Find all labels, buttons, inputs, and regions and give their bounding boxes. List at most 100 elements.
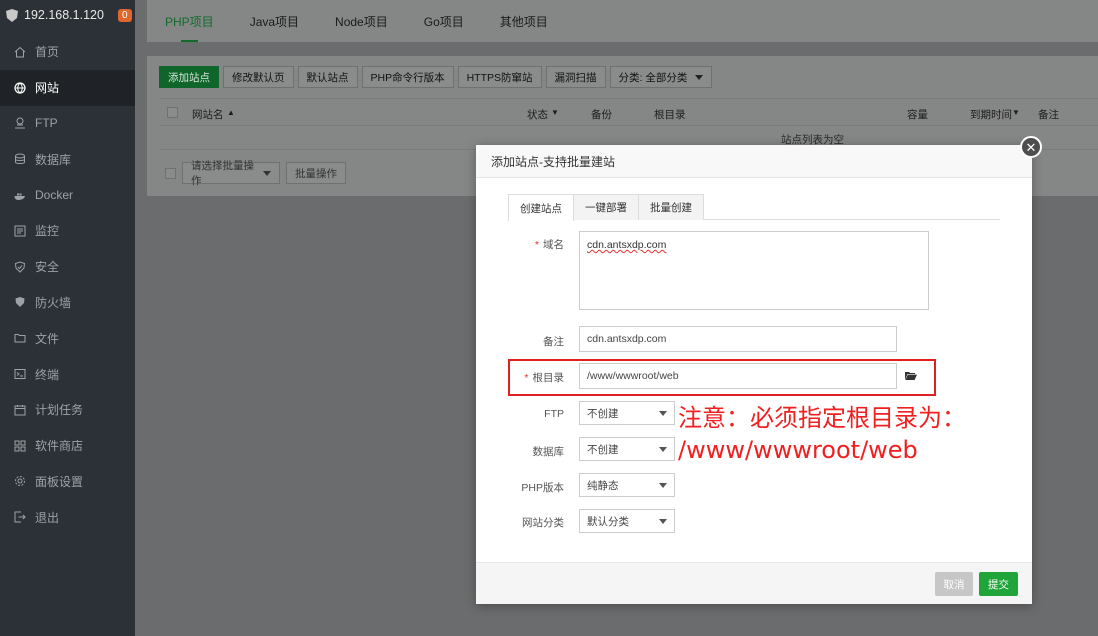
chevron-down-icon — [694, 74, 703, 80]
sidebar-nav: 首页 网站 FTP 数据库 Docker 监控安全防火墙文件终端计划任务软件商店面板设置退… — [0, 34, 135, 535]
edit-default-page-button[interactable]: 修改默认页 — [223, 66, 294, 88]
close-icon: ✕ — [1025, 139, 1037, 155]
tab-create-site[interactable]: 创建站点 — [508, 194, 574, 221]
col-expire[interactable]: 到期时间 — [970, 107, 1012, 122]
sort-up-icon: ▲ — [227, 108, 235, 117]
firewall-icon — [15, 297, 25, 308]
domain-value: cdn.antsxdp.com — [587, 239, 667, 251]
site-category-select[interactable]: 默认分类 — [579, 509, 675, 533]
database-select-value: 不创建 — [587, 443, 619, 456]
sidebar-item-folder[interactable]: 文件 — [0, 320, 135, 356]
php-version-label: PHP版本 — [521, 482, 564, 494]
default-site-button[interactable]: 默认站点 — [297, 66, 358, 88]
bulk-action-button[interactable]: 批量操作 — [286, 162, 346, 184]
chevron-down-icon — [659, 482, 667, 488]
ftp-select[interactable]: 不创建 — [579, 401, 675, 425]
root-dir-input[interactable]: /www/wwwroot/web — [579, 363, 897, 389]
tab-java[interactable]: Java项目 — [232, 0, 317, 42]
gear-icon — [15, 476, 25, 487]
sidebar-item-label: 软件商店 — [35, 439, 84, 454]
chevron-down-icon — [263, 170, 271, 176]
sidebar-item-docker[interactable]: Docker — [0, 177, 135, 213]
annotation-note: 注意：必须指定根目录为： /www/wwwroot/web — [678, 402, 966, 466]
sidebar-item-apps[interactable]: 软件商店 — [0, 428, 135, 464]
sidebar: 192.168.1.120 0 首页 网站 FTP 数据库 Docker 监控安全防火墙文… — [0, 0, 135, 636]
tab-go[interactable]: Go项目 — [406, 0, 482, 42]
database-select[interactable]: 不创建 — [579, 437, 675, 461]
docker-icon — [14, 193, 25, 201]
ftp-select-value: 不创建 — [587, 407, 619, 420]
tab-php[interactable]: PHP项目 — [147, 0, 232, 42]
sidebar-item-label: 终端 — [35, 367, 60, 382]
sort-down-icon: ▼ — [1012, 108, 1020, 117]
remark-label: 备注 — [543, 336, 564, 348]
sidebar-item-label: 防火墙 — [35, 295, 72, 310]
col-site-name[interactable]: 网站名 — [192, 107, 224, 122]
ftp-icon — [15, 117, 25, 129]
annotation-line-2: /www/wwwroot/web — [678, 436, 918, 464]
home-icon — [14, 46, 26, 58]
sidebar-item-label: 安全 — [35, 260, 60, 275]
col-capacity: 容量 — [907, 109, 928, 121]
tab-batch-create[interactable]: 批量创建 — [638, 194, 704, 220]
chevron-down-icon — [659, 446, 667, 452]
vuln-scan-button[interactable]: 漏洞扫描 — [545, 66, 606, 88]
shield-icon — [14, 261, 26, 273]
folder-icon — [14, 334, 26, 343]
select-all-checkbox[interactable] — [167, 107, 178, 118]
cancel-button[interactable]: 取消 — [935, 572, 973, 596]
sidebar-item-label: 面板设置 — [35, 474, 84, 489]
sidebar-item-label: 文件 — [35, 331, 60, 346]
table-header: 网站名 ▲ 状态 ▼ 备份 根目录 容量 到期时间 ▼ 备注 — [159, 98, 1098, 126]
database-icon — [15, 153, 25, 165]
sidebar-item-terminal[interactable]: 终端 — [0, 356, 135, 392]
add-site-dialog: 添加站点-支持批量建站 创建站点 一键部署 批量创建 * 域名 cdn.antsx… — [476, 145, 1032, 604]
php-cli-version-button[interactable]: PHP命令行版本 — [361, 66, 454, 88]
tab-one-click-deploy[interactable]: 一键部署 — [573, 194, 639, 220]
globe-icon — [14, 82, 26, 94]
bulk-action-select[interactable]: 请选择批量操作 — [182, 160, 280, 187]
sidebar-item-firewall[interactable]: 防火墙 — [0, 285, 135, 321]
bulk-action-placeholder: 请选择批量操作 — [191, 160, 254, 187]
annotation-line-1: 注意：必须指定根目录为： — [678, 404, 966, 432]
folder-open-icon[interactable] — [905, 371, 917, 380]
col-status[interactable]: 状态 — [527, 107, 548, 122]
sidebar-item-calendar[interactable]: 计划任务 — [0, 392, 135, 428]
sidebar-item-monitor[interactable]: 监控 — [0, 213, 135, 249]
sidebar-item-home[interactable]: 首页 — [0, 34, 135, 70]
php-version-value: 纯静态 — [587, 479, 619, 492]
tab-other[interactable]: 其他项目 — [482, 0, 566, 42]
close-dialog-button[interactable]: ✕ — [1020, 136, 1042, 158]
domain-label: * 域名 — [534, 239, 564, 251]
col-backup: 备份 — [591, 109, 612, 121]
sidebar-item-globe[interactable]: 网站 — [0, 69, 135, 106]
php-version-select[interactable]: 纯静态 — [579, 473, 675, 497]
sidebar-item-label: 数据库 — [35, 152, 72, 167]
domain-textarea[interactable]: cdn.antsxdp.com — [579, 231, 929, 310]
server-host: 192.168.1.120 — [24, 8, 104, 22]
dialog-tabs: 创建站点 一键部署 批量创建 — [508, 194, 1000, 221]
col-root: 根目录 — [654, 109, 686, 121]
tab-node[interactable]: Node项目 — [317, 0, 406, 42]
root-dir-label: * 根目录 — [524, 372, 564, 384]
bulk-action-bar: 请选择批量操作 批量操作 — [165, 160, 346, 187]
chevron-down-icon — [659, 410, 667, 416]
sort-down-icon: ▼ — [551, 108, 559, 117]
https-guard-button[interactable]: HTTPS防窜站 — [457, 66, 542, 88]
sidebar-item-gear[interactable]: 面板设置 — [0, 464, 135, 500]
sidebar-item-logout[interactable]: 退出 — [0, 499, 135, 535]
shield-logo-icon — [6, 8, 18, 22]
ftp-label: FTP — [544, 408, 564, 420]
notification-badge[interactable]: 0 — [117, 8, 132, 22]
submit-button[interactable]: 提交 — [979, 572, 1018, 596]
project-tabs: PHP项目 Java项目 Node项目 Go项目 其他项目 — [147, 0, 1098, 42]
site-category-label: 网站分类 — [522, 517, 564, 529]
sidebar-item-database[interactable]: 数据库 — [0, 141, 135, 177]
add-site-button[interactable]: 添加站点 — [159, 66, 219, 88]
category-filter-select[interactable]: 分类: 全部分类 — [609, 66, 712, 88]
sidebar-item-ftp[interactable]: FTP — [0, 106, 135, 142]
apps-icon — [14, 440, 26, 452]
sidebar-item-shield[interactable]: 安全 — [0, 249, 135, 285]
remark-input[interactable]: cdn.antsxdp.com — [579, 326, 897, 352]
bulk-checkbox[interactable] — [165, 167, 176, 179]
